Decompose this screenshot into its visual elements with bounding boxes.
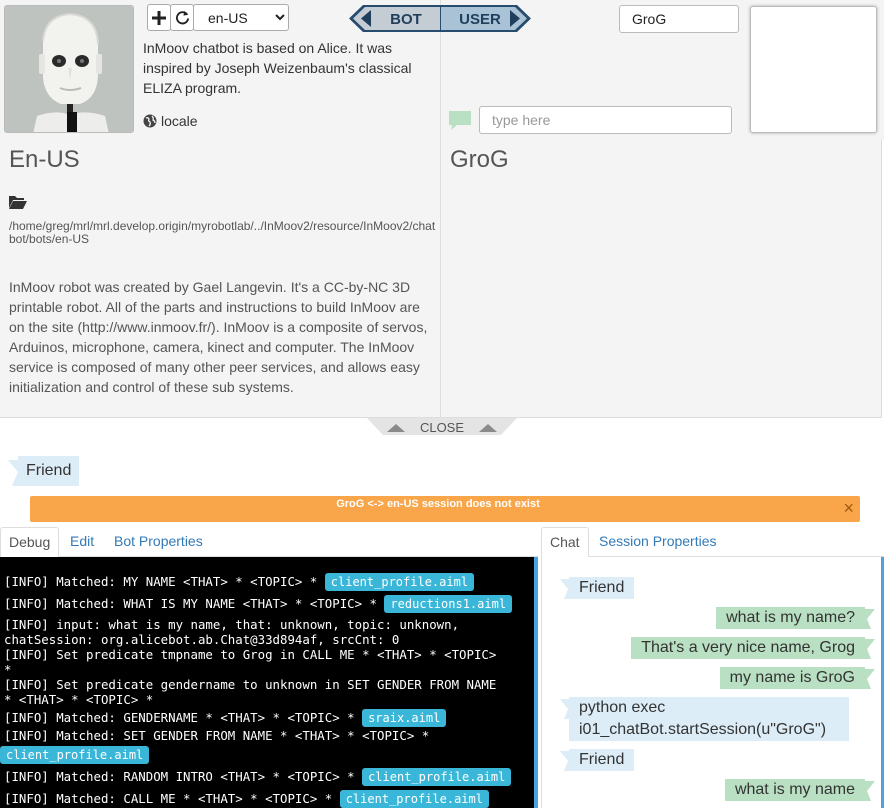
friend-tag-label: Friend [18,456,80,486]
user-details: GroG [441,140,882,418]
chat-message-user: That's a very nice name, Grog [631,637,865,659]
bot-avatar [4,5,134,133]
globe-icon [143,114,157,128]
chat-message-bot: Friend [569,749,635,771]
tab-bot-properties[interactable]: Bot Properties [106,527,211,557]
folder-open-icon[interactable] [9,195,27,209]
user-avatar [750,6,877,133]
refresh-icon [175,10,189,25]
tab-session-properties[interactable]: Session Properties [591,527,725,557]
bot-path: /home/greg/mrl/mrl.develop.origin/myrobo… [9,219,436,246]
details-section: En-US /home/greg/mrl/mrl.develop.origin/… [0,140,884,418]
close-tab-label: CLOSE [419,420,465,435]
right-tabs: Chat Session Properties [541,527,884,558]
toggle-user-label: USER [459,11,501,28]
chat-message-bot: python exec i01_chatBot.startSession(u"G… [569,697,849,741]
tab-edit[interactable]: Edit [62,527,102,557]
user-name-input[interactable] [619,5,739,33]
aiml-file-badge[interactable]: reductions1.aiml [384,595,513,613]
log-line: [INFO] Matched: MY NAME <THAT> * <TOPIC>… [4,573,475,591]
chat-message-user: what is my name [724,779,865,801]
tab-debug[interactable]: Debug [0,527,60,558]
toggle-bot-label: BOT [390,11,422,28]
aiml-file-badge[interactable]: client_profile.aiml [362,768,512,786]
session-alert-text: GroG <-> en-US session does not exist [336,498,540,510]
chat-panel[interactable]: Friend what is my name? That's a very ni… [541,557,884,808]
bot-details-title: En-US [9,146,80,173]
bot-user-toggle[interactable]: BOT USER [349,4,532,33]
debug-console[interactable]: [INFO] Matched: MY NAME <THAT> * <TOPIC>… [0,557,538,808]
bot-about-text: InMoov robot was created by Gael Langevi… [9,279,428,395]
language-select[interactable]: en-US [193,4,289,31]
left-tabs: Debug Edit Bot Properties [0,527,538,558]
alert-close-icon[interactable]: × [843,498,854,518]
bot-description: InMoov chatbot is based on Alice. It was… [143,40,412,96]
plus-icon [152,10,166,25]
chat-bubble-icon [449,111,471,130]
refresh-button[interactable] [170,4,194,31]
chat-input[interactable] [479,106,732,134]
log-line: [INFO] Matched: SET GENDER FROM NAME * <… [4,728,430,743]
aiml-file-badge[interactable]: client_profile.aiml [0,746,150,764]
aiml-file-badge[interactable]: client_profile.aiml [324,573,475,591]
add-button[interactable] [147,4,171,31]
aiml-file-badge[interactable]: sraix.aiml [362,709,447,727]
bubble-tail [865,637,875,659]
locale-link[interactable]: locale [143,113,198,129]
bubble-tail [865,779,875,801]
locale-label: locale [161,113,198,129]
log-line: [INFO] Set predicate gendername to unkno… [4,677,497,707]
close-tab[interactable]: CLOSE [367,418,517,436]
bot-details: En-US /home/greg/mrl/mrl.develop.origin/… [0,140,441,418]
bubble-tail [865,667,875,689]
log-line: [INFO] Matched: CALL ME * <THAT> * <TOPI… [4,790,489,808]
aiml-file-badge[interactable]: client_profile.aiml [339,790,489,808]
log-line: client_profile.aiml [0,746,150,764]
session-alert: GroG <-> en-US session does not exist × [30,496,860,522]
chat-message-user: what is my name? [716,607,865,629]
tab-chat[interactable]: Chat [541,527,589,558]
user-details-title: GroG [450,146,509,173]
header: en-US InMoov chatbot is based on Alice. … [0,0,884,140]
chat-message-bot: Friend [569,577,635,599]
bubble-tail [865,607,875,629]
log-line: [INFO] Matched: WHAT IS MY NAME <THAT> *… [4,595,513,613]
chat-message-user: my name is GroG [719,667,865,689]
log-line: [INFO] Set predicate tmpname to Grog in … [4,647,497,677]
log-line: [INFO] Matched: RANDOM INTRO <THAT> * <T… [4,768,512,786]
log-line: [INFO] input: what is my name, that: unk… [4,617,460,647]
log-line: [INFO] Matched: GENDERNAME * <THAT> * <T… [4,709,447,727]
